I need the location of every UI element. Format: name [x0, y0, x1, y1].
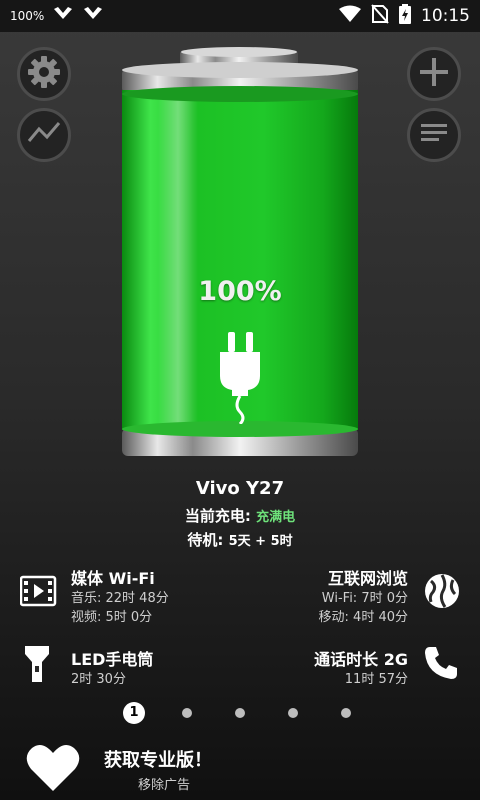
charging-label: 当前充电: [184, 507, 251, 525]
status-battery-percent: 100% [10, 9, 45, 23]
wifi-icon [339, 5, 361, 27]
media-wifi-info[interactable]: 媒体 Wi-Fi 音乐: 22时 48分 视频: 5时 0分 [71, 565, 169, 627]
charging-status: 当前充电: 充满电 [0, 505, 480, 526]
internet-info[interactable]: 互联网浏览 Wi-Fi: 7时 0分 移动: 4时 40分 [319, 565, 408, 627]
promo-title[interactable]: 获取专业版！ [104, 746, 212, 772]
notification-app-icon [82, 5, 104, 27]
add-icon [416, 54, 452, 94]
notification-app-icon [52, 5, 74, 27]
internet-mobile-time: 移动: 4时 40分 [318, 610, 408, 625]
settings-icon [26, 54, 62, 94]
media-video-time: 视频: 5时 0分 [71, 610, 153, 625]
status-time: 10:15 [421, 6, 470, 26]
flashlight-title: LED手电筒 [71, 650, 154, 669]
page-dot[interactable] [182, 708, 192, 718]
status-left: 100% [10, 0, 104, 32]
flashlight-time: 2时 30分 [71, 672, 126, 687]
media-wifi-title: 媒体 Wi-Fi [71, 569, 155, 588]
list-icon [416, 115, 452, 155]
settings-button[interactable] [17, 47, 71, 101]
internet-title: 互联网浏览 [327, 569, 408, 588]
page-dot[interactable] [235, 708, 245, 718]
device-name: Vivo Y27 [195, 478, 285, 499]
globe-icon [423, 572, 461, 614]
no-sim-icon [371, 4, 389, 28]
talk-info[interactable]: 通话时长 2G 11时 57分 [314, 646, 408, 689]
add-button[interactable] [407, 47, 461, 101]
heart-icon[interactable] [26, 743, 80, 797]
page-indicator: 1 [0, 702, 480, 724]
status-right: 10:15 [339, 0, 470, 32]
media-icon [19, 574, 58, 612]
flashlight-icon [24, 644, 50, 688]
list-button[interactable] [407, 108, 461, 162]
chart-button[interactable] [17, 108, 71, 162]
flashlight-info[interactable]: LED手电筒 2时 30分 [71, 646, 153, 689]
page-dot[interactable] [288, 708, 298, 718]
internet-wifi-time: Wi-Fi: 7时 0分 [321, 591, 408, 606]
page-dot[interactable] [341, 708, 351, 718]
charging-value: 充满电 [256, 510, 296, 525]
media-music-time: 音乐: 22时 48分 [71, 591, 169, 606]
talk-time: 11时 57分 [344, 672, 408, 687]
talk-title: 通话时长 2G [314, 650, 408, 669]
battery-charging-icon [399, 4, 411, 28]
chart-icon [26, 115, 62, 155]
battery-level-text: 100% [198, 276, 282, 307]
status-bar: 100% 10:15 [0, 0, 480, 32]
standby-value: 5天 + 5时 [228, 534, 293, 549]
phone-icon [423, 645, 459, 685]
page-dot-active[interactable]: 1 [123, 702, 145, 724]
standby-label: 待机: [187, 531, 224, 549]
standby-status: 待机: 5天 + 5时 [0, 529, 480, 550]
promo-subtitle[interactable]: 移除广告 [138, 774, 190, 793]
plug-icon [216, 332, 264, 428]
